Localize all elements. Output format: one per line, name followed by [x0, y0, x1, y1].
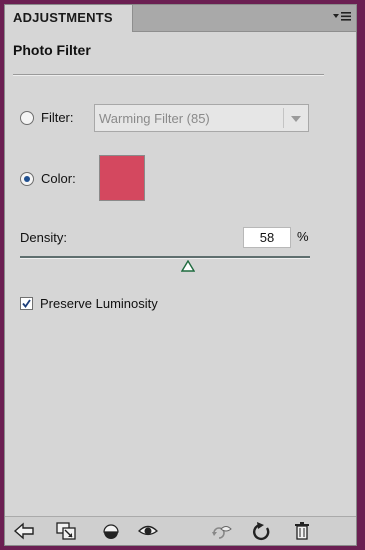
reset-icon[interactable] — [251, 521, 273, 541]
chevron-down-icon[interactable] — [291, 116, 301, 122]
bottom-toolbar — [5, 516, 356, 545]
panel-tab-bar: ADJUSTMENTS — [5, 5, 356, 32]
checkmark-icon — [22, 299, 31, 308]
trash-icon[interactable] — [291, 521, 313, 541]
density-label: Density: — [20, 230, 67, 245]
expand-view-icon[interactable] — [55, 521, 77, 541]
preserve-luminosity-label: Preserve Luminosity — [40, 296, 158, 311]
panel-menu-icon[interactable] — [332, 10, 352, 24]
back-arrow-icon[interactable] — [13, 521, 35, 541]
tab-adjustments[interactable]: ADJUSTMENTS — [5, 5, 133, 32]
density-slider-track[interactable] — [20, 256, 310, 259]
filter-radio[interactable] — [20, 111, 34, 125]
density-slider-thumb[interactable] — [180, 259, 196, 272]
filter-label: Filter: — [41, 110, 74, 125]
filter-select-value: Warming Filter (85) — [99, 111, 210, 126]
color-label: Color: — [41, 171, 76, 186]
color-swatch[interactable] — [99, 155, 145, 201]
filter-select[interactable]: Warming Filter (85) — [94, 104, 309, 132]
color-radio[interactable] — [20, 172, 34, 186]
preserve-luminosity-checkbox[interactable] — [20, 297, 33, 310]
eye-icon[interactable] — [137, 521, 159, 541]
title-divider — [13, 74, 324, 76]
select-divider — [283, 108, 284, 128]
adjustments-panel: ADJUSTMENTS Photo Filter Filter: Warming… — [4, 4, 357, 546]
density-input[interactable]: 58 — [243, 227, 291, 248]
panel-title: Photo Filter — [13, 42, 91, 58]
clip-to-layer-icon[interactable] — [100, 521, 122, 541]
density-unit: % — [297, 229, 309, 244]
view-previous-icon[interactable] — [210, 521, 232, 541]
